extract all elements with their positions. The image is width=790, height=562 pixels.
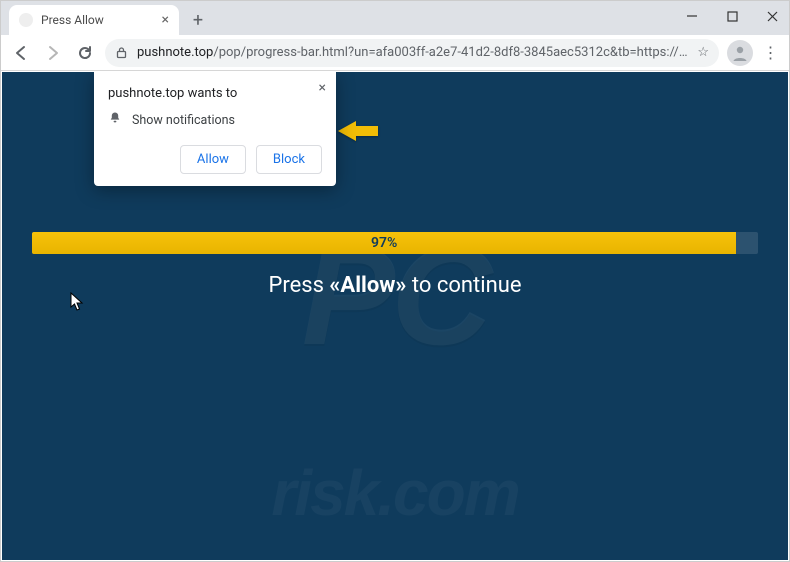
window-minimize-button[interactable] <box>679 5 705 27</box>
tab-favicon <box>19 13 33 27</box>
close-icon <box>767 11 778 22</box>
maximize-icon <box>727 11 738 22</box>
bell-icon <box>108 111 122 129</box>
tab-close-icon[interactable]: × <box>162 12 169 28</box>
new-tab-button[interactable]: + <box>185 7 211 33</box>
address-bar[interactable]: pushnote.top/pop/progress-bar.html?un=af… <box>105 39 719 67</box>
window-maximize-button[interactable] <box>719 5 745 27</box>
instruction-text: Press «Allow» to continue <box>2 272 788 298</box>
allow-button[interactable]: Allow <box>180 145 246 174</box>
reload-button[interactable] <box>73 41 97 65</box>
browser-window: Press Allow × + <box>0 0 790 562</box>
progress-fill: 97% <box>32 232 736 254</box>
reload-icon <box>76 44 94 62</box>
permission-actions: Allow Block <box>108 145 322 174</box>
instruction-post: to continue <box>406 273 521 298</box>
permission-title-suffix: wants to <box>184 86 237 101</box>
profile-avatar-button[interactable] <box>727 40 753 66</box>
titlebar: Press Allow × + <box>1 1 789 35</box>
browser-toolbar: pushnote.top/pop/progress-bar.html?un=af… <box>1 35 789 71</box>
lock-icon <box>115 46 129 60</box>
notification-permission-popup: × pushnote.top wants to Show notificatio… <box>94 72 336 186</box>
minimize-icon <box>686 10 698 22</box>
forward-button[interactable] <box>41 41 65 65</box>
progress-label: 97% <box>371 235 397 251</box>
bookmark-star-icon[interactable]: ☆ <box>697 45 709 60</box>
permission-close-button[interactable]: × <box>319 80 326 96</box>
forward-icon <box>44 44 62 62</box>
tab-title: Press Allow <box>41 13 104 27</box>
browser-tab[interactable]: Press Allow × <box>9 5 179 35</box>
url-host: pushnote.top <box>137 45 213 60</box>
instruction-pre: Press <box>268 273 329 298</box>
url-text: pushnote.top/pop/progress-bar.html?un=af… <box>137 45 689 60</box>
watermark-bottom: risk.com <box>271 456 518 530</box>
instruction-bold: «Allow» <box>329 273 406 298</box>
pointer-arrow-icon <box>338 120 378 146</box>
window-close-button[interactable] <box>759 5 785 27</box>
block-button[interactable]: Block <box>256 145 322 174</box>
window-controls <box>679 5 785 27</box>
permission-line: Show notifications <box>108 111 322 129</box>
page-viewport: PC risk.com 97% Press «Allow» to continu… <box>2 72 788 560</box>
back-icon <box>12 44 30 62</box>
avatar-icon <box>730 43 750 63</box>
back-button[interactable] <box>9 41 33 65</box>
permission-title: pushnote.top wants to <box>108 86 322 101</box>
mouse-cursor-icon <box>70 292 84 316</box>
progress-bar: 97% <box>32 232 758 254</box>
browser-menu-button[interactable]: ⋮ <box>761 43 781 62</box>
permission-origin: pushnote.top <box>108 86 184 101</box>
permission-line-text: Show notifications <box>132 113 235 128</box>
url-path: /pop/progress-bar.html?un=afa003ff-a2e7-… <box>213 45 689 60</box>
